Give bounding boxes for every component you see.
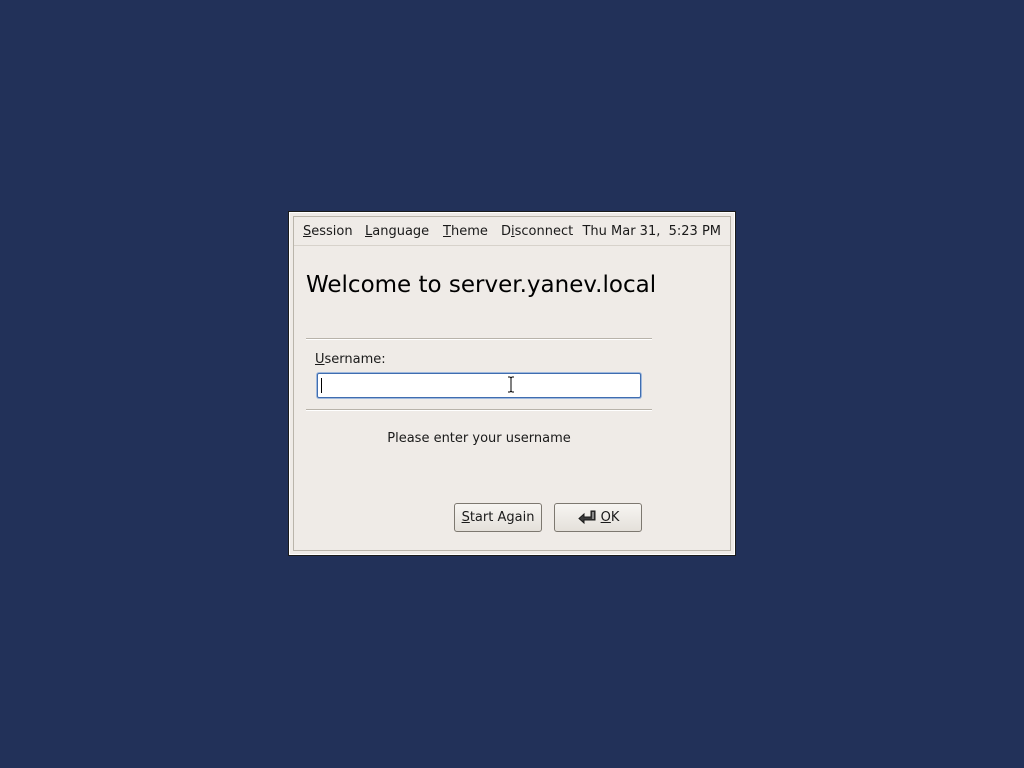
separator-bottom <box>306 409 652 411</box>
menu-theme[interactable]: Theme <box>443 224 488 239</box>
ok-label: K <box>610 510 620 525</box>
menu-session[interactable]: Session <box>303 224 353 239</box>
welcome-title: Welcome to server.yanev.local <box>306 272 657 298</box>
menu-theme-label: heme <box>450 224 488 239</box>
enter-icon <box>577 510 597 526</box>
start-again-label: tart Again <box>469 510 535 525</box>
menu-disconnect[interactable]: Disconnect <box>501 224 573 239</box>
menu-session-label: ession <box>311 224 353 239</box>
separator-top <box>306 338 652 340</box>
username-label-mnemonic: U <box>315 352 325 367</box>
menu-disconnect-label: sconnect <box>514 224 574 239</box>
login-window-frame: Session Language Theme Disconnect Thu Ma… <box>293 216 731 551</box>
menu-language[interactable]: Language <box>365 224 429 239</box>
menu-disconnect-prefix: D <box>501 224 512 239</box>
menu-theme-mnemonic: T <box>443 224 451 239</box>
start-again-mnemonic: S <box>461 510 470 525</box>
username-label: Username: <box>315 352 386 367</box>
ok-button[interactable]: OK <box>554 503 642 532</box>
menu-language-label: anguage <box>372 224 430 239</box>
status-message: Please enter your username <box>387 431 571 446</box>
clock: Thu Mar 31, 5:23 PM <box>582 224 721 239</box>
text-caret <box>321 378 322 393</box>
username-label-text: sername: <box>324 352 386 367</box>
menubar: Session Language Theme Disconnect Thu Ma… <box>294 217 730 246</box>
username-input[interactable] <box>317 373 641 398</box>
login-window: Session Language Theme Disconnect Thu Ma… <box>288 211 736 556</box>
desktop-background: Session Language Theme Disconnect Thu Ma… <box>0 0 1024 768</box>
start-again-button[interactable]: Start Again <box>454 503 542 532</box>
ok-mnemonic: O <box>600 510 611 525</box>
